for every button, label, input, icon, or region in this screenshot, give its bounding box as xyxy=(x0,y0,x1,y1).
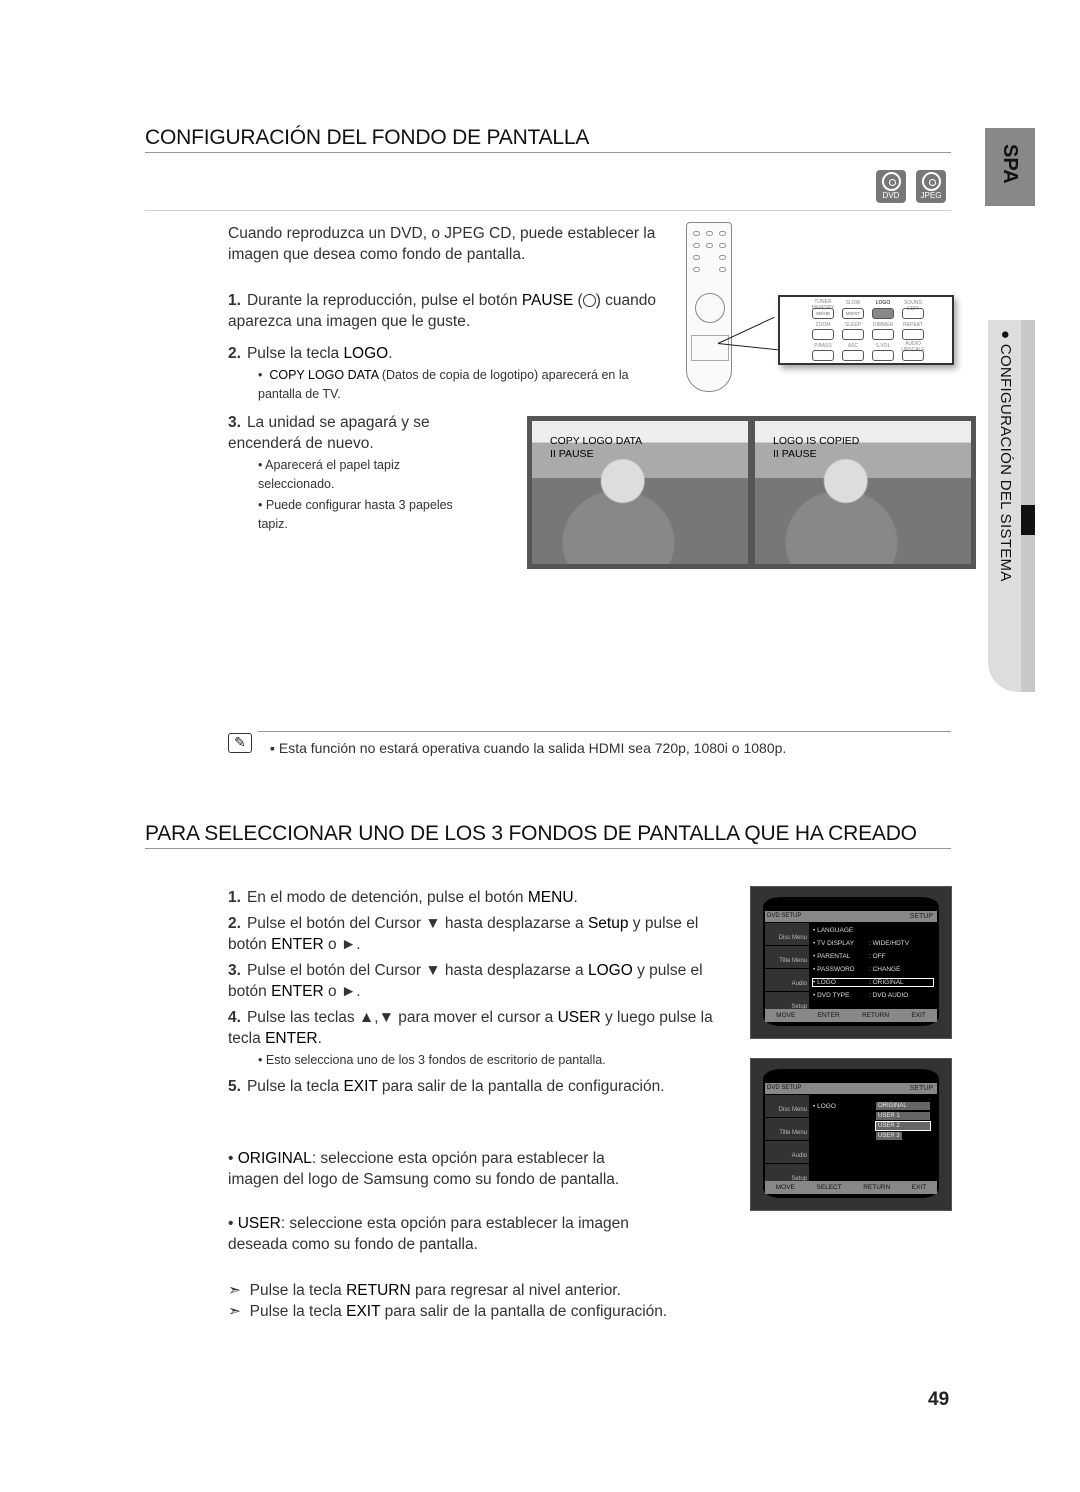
disc-icon xyxy=(881,172,901,191)
tv-screen-copy-logo: COPY LOGO DATA II PAUSE xyxy=(527,416,753,569)
menu-row: • LANGUAGE xyxy=(813,927,854,934)
step-4-bullet: • Esto selecciona uno de los 3 fondos de… xyxy=(258,1053,606,1067)
menu-header: DVD SETUP SETUP xyxy=(765,911,937,922)
menu-header: DVD SETUP SETUP xyxy=(765,1083,937,1094)
intro-text: Cuando reproduzca un DVD, o JPEG CD, pue… xyxy=(228,225,656,263)
step-2: 2. Pulse la tecla LOGO. xyxy=(228,345,393,362)
logo-key xyxy=(872,308,894,319)
menu-tab: Title Menu xyxy=(765,1118,809,1140)
step-3-bullet: • Puede configurar hasta 3 papeles tapiz… xyxy=(258,498,453,531)
step-1: 1. En el modo de detención, pulse el botó… xyxy=(228,889,578,906)
side-marker xyxy=(1021,505,1035,535)
step-1: 1. Durante la reproducción, pulse el botó… xyxy=(228,292,657,330)
menu-tab: Disc Menu xyxy=(765,923,809,945)
divider xyxy=(145,210,951,211)
osd-text: COPY LOGO DATA xyxy=(550,435,643,447)
step-4: 4. Pulse las teclas ▲,▼ para mover el cur… xyxy=(228,1009,713,1047)
badge-label: DVD xyxy=(882,191,900,200)
logo-menu-screen: DVD SETUP SETUP Disc Menu Title Menu Audio S… xyxy=(750,1058,952,1211)
page-number: 49 xyxy=(928,1389,950,1410)
language-tab: SPA xyxy=(985,128,1035,206)
divider xyxy=(258,731,951,732)
logo-option-selected: USER 2 xyxy=(875,1121,931,1131)
menu-footer: MOVE SELECT RETURN EXIT xyxy=(765,1181,937,1194)
menu-tab: Audio xyxy=(765,969,809,991)
logo-option: USER 1 xyxy=(876,1112,930,1120)
osd-text: LOGO IS COPIED xyxy=(773,435,860,447)
section-title: PARA SELECCIONAR UNO DE LOS 3 FONDOS DE … xyxy=(145,822,917,845)
side-label: ● CONFIGURACIÓN DEL SISTEMA xyxy=(997,330,1014,582)
step-2: 2. Pulse el botón del Cursor ▼ hasta desp… xyxy=(228,915,699,953)
badge-label: JPEG xyxy=(920,191,942,200)
tip-exit: ➣ Pulse la tecla EXIT para salir de la p… xyxy=(228,1303,668,1320)
divider xyxy=(145,152,951,153)
logo-option: ORIGINAL xyxy=(876,1102,930,1110)
step-2-bullet: • COPY LOGO DATA (Datos de copia de logo… xyxy=(258,368,629,401)
logo-option: USER 3 xyxy=(876,1132,902,1140)
menu-row: • DVD TYPE: DVD AUDIO xyxy=(813,992,909,999)
section-side-tab: ● CONFIGURACIÓN DEL SISTEMA xyxy=(988,320,1035,692)
tip-return: ➣ Pulse la tecla RETURN para regresar al… xyxy=(228,1282,621,1299)
pause-icon xyxy=(582,294,596,307)
menu-row: • PASSWORD: CHANGE xyxy=(813,966,901,973)
jpeg-badge: JPEG xyxy=(916,170,946,203)
remote-zoom-callout: TUNER MEMORY SLOW LOGO SOUND EDIT SD/HD … xyxy=(778,295,954,365)
step-3: 3. Pulse el botón del Cursor ▼ hasta desp… xyxy=(228,962,703,1000)
remote-control-illustration xyxy=(686,222,732,392)
osd-text: II PAUSE xyxy=(550,448,594,460)
menu-footer: MOVE ENTER RETURN EXIT xyxy=(765,1009,937,1022)
setup-menu-screen: DVD SETUP SETUP Disc Menu Title Menu Audio S… xyxy=(750,886,952,1039)
note-icon: ✎ xyxy=(228,733,252,753)
user-option-desc: • USER: seleccione esta opción para esta… xyxy=(228,1215,629,1253)
menu-row: • PARENTAL: OFF xyxy=(813,953,886,960)
section-name: CONFIGURACIÓN DEL SISTEMA xyxy=(997,343,1014,582)
step-5: 5. Pulse la tecla EXIT para salir de la p… xyxy=(228,1078,665,1095)
language-label: SPA xyxy=(999,144,1021,184)
divider xyxy=(145,848,951,849)
menu-tab: Audio xyxy=(765,1141,809,1163)
menu-tab: Title Menu xyxy=(765,946,809,968)
dvd-badge: DVD xyxy=(876,170,906,203)
step-3-bullet: • Aparecerá el papel tapiz seleccionado. xyxy=(258,458,400,491)
step-3: 3. La unidad se apagará y se encenderá de… xyxy=(228,414,430,452)
menu-tab: Disc Menu xyxy=(765,1095,809,1117)
osd-text: II PAUSE xyxy=(773,448,817,460)
disc-icon xyxy=(921,172,941,191)
tv-screen-logo-copied: LOGO IS COPIED II PAUSE xyxy=(750,416,976,569)
section-title: CONFIGURACIÓN DEL FONDO DE PANTALLA xyxy=(145,126,590,149)
note-text: ▪ Esta función no estará operativa cuand… xyxy=(270,740,787,756)
menu-row: • LOGO: ORIGINAL xyxy=(812,978,934,987)
menu-row: • TV DISPLAY: WIDE/HDTV xyxy=(813,940,910,947)
original-option-desc: • ORIGINAL: seleccione esta opción para … xyxy=(228,1150,620,1188)
